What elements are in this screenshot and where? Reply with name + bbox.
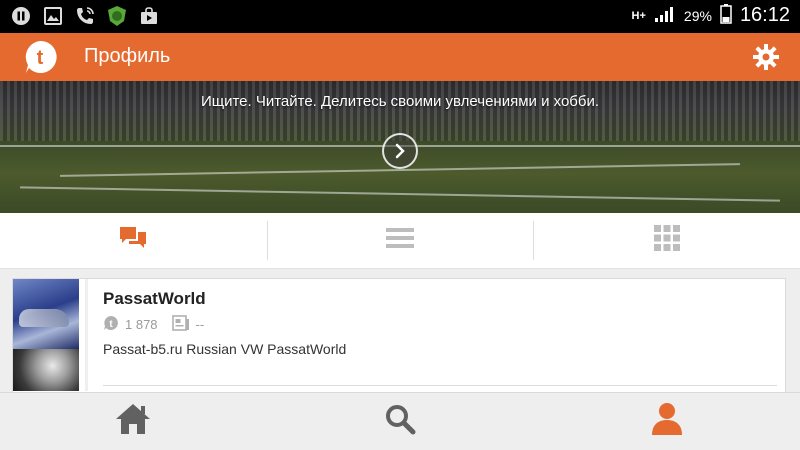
community-stats: t 1 878 -- xyxy=(103,315,204,334)
tab-chat[interactable] xyxy=(0,213,267,268)
gear-icon[interactable] xyxy=(752,43,780,71)
nav-home[interactable] xyxy=(0,393,267,450)
community-title: PassatWorld xyxy=(103,289,206,308)
clock: 16:12 xyxy=(739,4,790,26)
members-icon: t xyxy=(103,315,119,334)
chevron-right-icon[interactable] xyxy=(382,133,418,169)
bottom-nav xyxy=(0,392,800,450)
home-icon xyxy=(114,402,152,441)
pause-icon xyxy=(10,5,32,27)
status-bar: H+ 29% 16:12 xyxy=(0,0,800,33)
community-card[interactable]: PassatWorld t 1 878 -- Passat-b5.ru Russ… xyxy=(12,278,786,398)
members-count: 1 878 xyxy=(125,317,158,332)
banner-tagline: Ищите. Читайте. Делитесь своими увлечени… xyxy=(200,93,600,110)
list-icon xyxy=(385,226,415,255)
battery-icon xyxy=(720,4,732,27)
view-tabs xyxy=(0,213,800,269)
community-thumbnail xyxy=(13,279,79,391)
search-icon xyxy=(384,403,416,440)
chat-bubbles-icon xyxy=(118,225,148,256)
tab-list[interactable] xyxy=(266,213,534,268)
header-banner: Ищите. Читайте. Делитесь своими увлечени… xyxy=(0,81,800,213)
battery-percent: 29% xyxy=(683,7,712,24)
page-title: Профиль xyxy=(84,45,171,67)
network-type: H+ xyxy=(631,9,646,22)
tab-grid[interactable] xyxy=(533,213,800,268)
shield-app-icon xyxy=(106,5,128,27)
nav-search[interactable] xyxy=(267,393,534,450)
topics-icon xyxy=(171,315,190,334)
phone-call-icon xyxy=(74,5,96,27)
gallery-icon xyxy=(42,5,64,27)
signal-icon xyxy=(654,5,676,26)
app-bar: t Профиль xyxy=(0,33,800,81)
topics-count: -- xyxy=(195,317,205,332)
grid-icon xyxy=(653,225,680,256)
nav-profile[interactable] xyxy=(533,393,800,450)
banner-photo xyxy=(0,81,800,141)
svg-text:t: t xyxy=(37,47,44,69)
shopping-bag-icon xyxy=(138,5,160,27)
community-description: Passat-b5.ru Russian VW PassatWorld xyxy=(103,341,347,357)
profile-icon xyxy=(651,402,683,441)
app-logo-icon[interactable]: t xyxy=(22,39,58,75)
